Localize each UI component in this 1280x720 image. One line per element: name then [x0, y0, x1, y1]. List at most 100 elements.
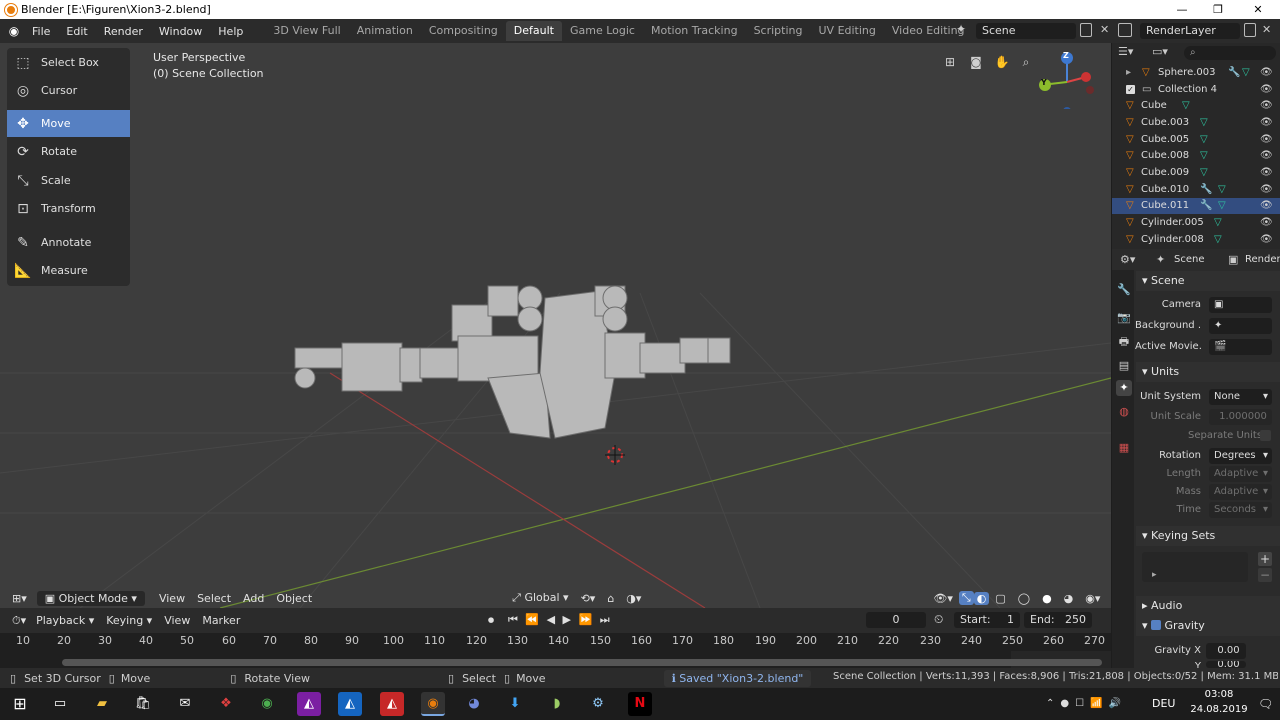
mode-selector[interactable]: ▣ Object Mode ▾	[36, 590, 145, 606]
new-scene-icon[interactable]	[1080, 23, 1092, 37]
tab-game-logic[interactable]: Game Logic	[562, 21, 643, 41]
tab-scripting[interactable]: Scripting	[746, 21, 811, 41]
section-scene[interactable]: ▾ Scene	[1136, 271, 1280, 291]
outliner-row-selected[interactable]: ▽ Cube.011 🔧 ▽ 👁	[1112, 198, 1280, 214]
tab-compositing[interactable]: Compositing	[421, 21, 506, 41]
output-tab-icon[interactable]: 🖶	[1116, 334, 1132, 350]
outliner-editor-icon[interactable]: ☰▾	[1118, 45, 1133, 58]
toggle-perspective-icon[interactable]: ⊞	[940, 52, 960, 72]
properties-editor-icon[interactable]: ⚙▾	[1120, 253, 1135, 266]
editor-type-icon[interactable]: ⊞▾	[6, 592, 33, 605]
separate-units-checkbox[interactable]	[1260, 430, 1271, 441]
gravity-x-field[interactable]: 0.00	[1206, 643, 1246, 659]
expand-arrow-icon[interactable]: ▸	[1126, 65, 1131, 81]
xray-icon[interactable]: ▢	[989, 592, 1011, 605]
current-frame-field[interactable]: 0	[866, 612, 926, 628]
visibility-eye-icon[interactable]: 👁	[1260, 148, 1273, 164]
menu-timeline-view[interactable]: View	[158, 614, 196, 627]
menu-edit[interactable]: Edit	[58, 25, 95, 38]
proportional-icon[interactable]: ◑▾	[620, 592, 647, 605]
menu-render[interactable]: Render	[96, 25, 151, 38]
app-icon-green[interactable]: ◗	[545, 692, 569, 716]
active-movie-field[interactable]: 🎬	[1209, 339, 1272, 355]
menu-marker[interactable]: Marker	[196, 614, 246, 627]
material-shading-icon[interactable]: ◕	[1058, 592, 1080, 605]
task-view-icon[interactable]: ▭	[48, 692, 72, 716]
orientation-selector[interactable]: ⤢ Global ▾	[506, 591, 574, 605]
outliner-row[interactable]: ▽ Cube.005 ▽ 👁	[1112, 132, 1280, 148]
tool-measure[interactable]: 📐 Measure	[7, 257, 130, 284]
affinity-publisher-icon[interactable]: ◭	[380, 692, 404, 716]
snap-icon[interactable]: ⌂	[601, 592, 620, 605]
background-field[interactable]: ✦	[1209, 318, 1272, 334]
menu-playback[interactable]: Playback ▾	[30, 614, 100, 627]
render-shading-icon[interactable]: ◉▾	[1079, 592, 1106, 605]
timeline-editor-icon[interactable]: ⏱▾	[8, 614, 30, 628]
outliner-row[interactable]: ▽ Cube.010 🔧 ▽ 👁	[1112, 182, 1280, 198]
tab-default[interactable]: Default	[505, 21, 562, 41]
gizmo-toggle-icon[interactable]: ⤡	[958, 591, 974, 605]
gift-app-icon[interactable]: ❖	[214, 692, 238, 716]
menu-select[interactable]: Select	[191, 592, 237, 605]
outliner-row[interactable]: ▽ Cube.008 ▽ 👁	[1112, 148, 1280, 164]
tool-rotate[interactable]: ⟳ Rotate	[7, 138, 130, 165]
render-tab-icon[interactable]: 📷	[1116, 310, 1132, 326]
model-mesh[interactable]	[0, 43, 1111, 608]
section-units[interactable]: ▾ Units	[1136, 362, 1280, 382]
app-icon[interactable]: ⬇	[503, 692, 527, 716]
renderlayer-selector[interactable]: RenderLayer	[1140, 23, 1240, 39]
file-explorer-icon[interactable]: ▰	[90, 692, 114, 716]
menu-window[interactable]: Window	[151, 25, 210, 38]
menu-object[interactable]: Object	[270, 592, 318, 605]
overlay-toggle-icon[interactable]: ◐	[973, 591, 990, 605]
outliner-search-input[interactable]: ⌕	[1184, 46, 1276, 60]
tool-scale[interactable]: ⤡ Scale	[7, 167, 130, 194]
section-audio[interactable]: ▸ Audio	[1136, 596, 1280, 616]
collection-checkbox[interactable]: ✓	[1126, 85, 1135, 94]
mail-icon[interactable]: ✉	[173, 692, 197, 716]
scene-selector[interactable]: Scene	[976, 23, 1076, 39]
visibility-eye-icon[interactable]: 👁	[1260, 82, 1273, 98]
tool-annotate[interactable]: ✎ Annotate	[7, 229, 130, 256]
add-keying-set-button[interactable]: +	[1258, 552, 1272, 566]
outliner-row[interactable]: ✓ ▭ Collection 4 👁	[1112, 82, 1280, 98]
timeline-scrollbar[interactable]	[62, 659, 1102, 666]
visibility-eye-icon[interactable]: 👁	[1260, 165, 1273, 181]
visibility-icon[interactable]: 👁▾	[927, 592, 959, 605]
unit-system-dropdown[interactable]: None ▾	[1209, 389, 1272, 405]
minimize-button[interactable]: —	[1164, 0, 1200, 19]
visibility-eye-icon[interactable]: 👁	[1260, 132, 1273, 148]
end-frame-field[interactable]: End: 250	[1024, 612, 1092, 628]
pivot-icon[interactable]: ⟲▾	[575, 592, 602, 605]
gravity-y-field[interactable]: 0.00	[1206, 661, 1246, 668]
zoom-icon[interactable]: ⌕	[1016, 52, 1036, 72]
system-tray-icons[interactable]: ⌃●☐📶🔊	[1046, 698, 1127, 709]
texture-tab-icon[interactable]: ▦	[1116, 440, 1132, 456]
tool-move[interactable]: ✥ Move	[7, 110, 130, 137]
clock-date[interactable]: 24.08.2019	[1188, 704, 1250, 715]
blender-menu-icon[interactable]: ◉	[4, 24, 24, 38]
tool-transform[interactable]: ⊡ Transform	[7, 195, 130, 222]
outliner-row[interactable]: ▽ Cylinder.008 ▽ 👁	[1112, 232, 1280, 248]
visibility-eye-icon[interactable]: 👁	[1260, 65, 1273, 81]
record-icon[interactable]: ⏺	[488, 613, 494, 628]
visibility-eye-icon[interactable]: 👁	[1260, 98, 1273, 114]
keying-sets-list[interactable]: ▸	[1142, 552, 1248, 582]
menu-help[interactable]: Help	[210, 25, 251, 38]
3d-cursor-icon[interactable]	[605, 445, 625, 465]
store-icon[interactable]: 🛍	[131, 692, 155, 716]
unit-scale-field[interactable]: 1.000000	[1209, 409, 1272, 425]
wireframe-shading-icon[interactable]: ◯	[1012, 592, 1036, 605]
clock-time[interactable]: 03:08	[1188, 689, 1250, 700]
tab-motion-tracking[interactable]: Motion Tracking	[643, 21, 746, 41]
camera-field[interactable]: ▣	[1209, 297, 1272, 313]
3d-viewport[interactable]: Z Y ⊞ ◙ ✋ ⌕	[0, 43, 1111, 608]
windows-start-icon[interactable]: ⊞	[8, 692, 32, 716]
rotation-dropdown[interactable]: Degrees ▾	[1209, 448, 1272, 464]
blender-taskbar-icon[interactable]: ◉	[421, 692, 445, 716]
outliner-row[interactable]: ▸ ▽ Sphere.003 🔧 ▽ 👁	[1112, 65, 1280, 81]
camera-view-icon[interactable]: ◙	[966, 52, 986, 72]
affinity-photo-icon[interactable]: ◭	[297, 692, 321, 716]
menu-file[interactable]: File	[24, 25, 58, 38]
close-window-button[interactable]: ✕	[1240, 0, 1276, 19]
